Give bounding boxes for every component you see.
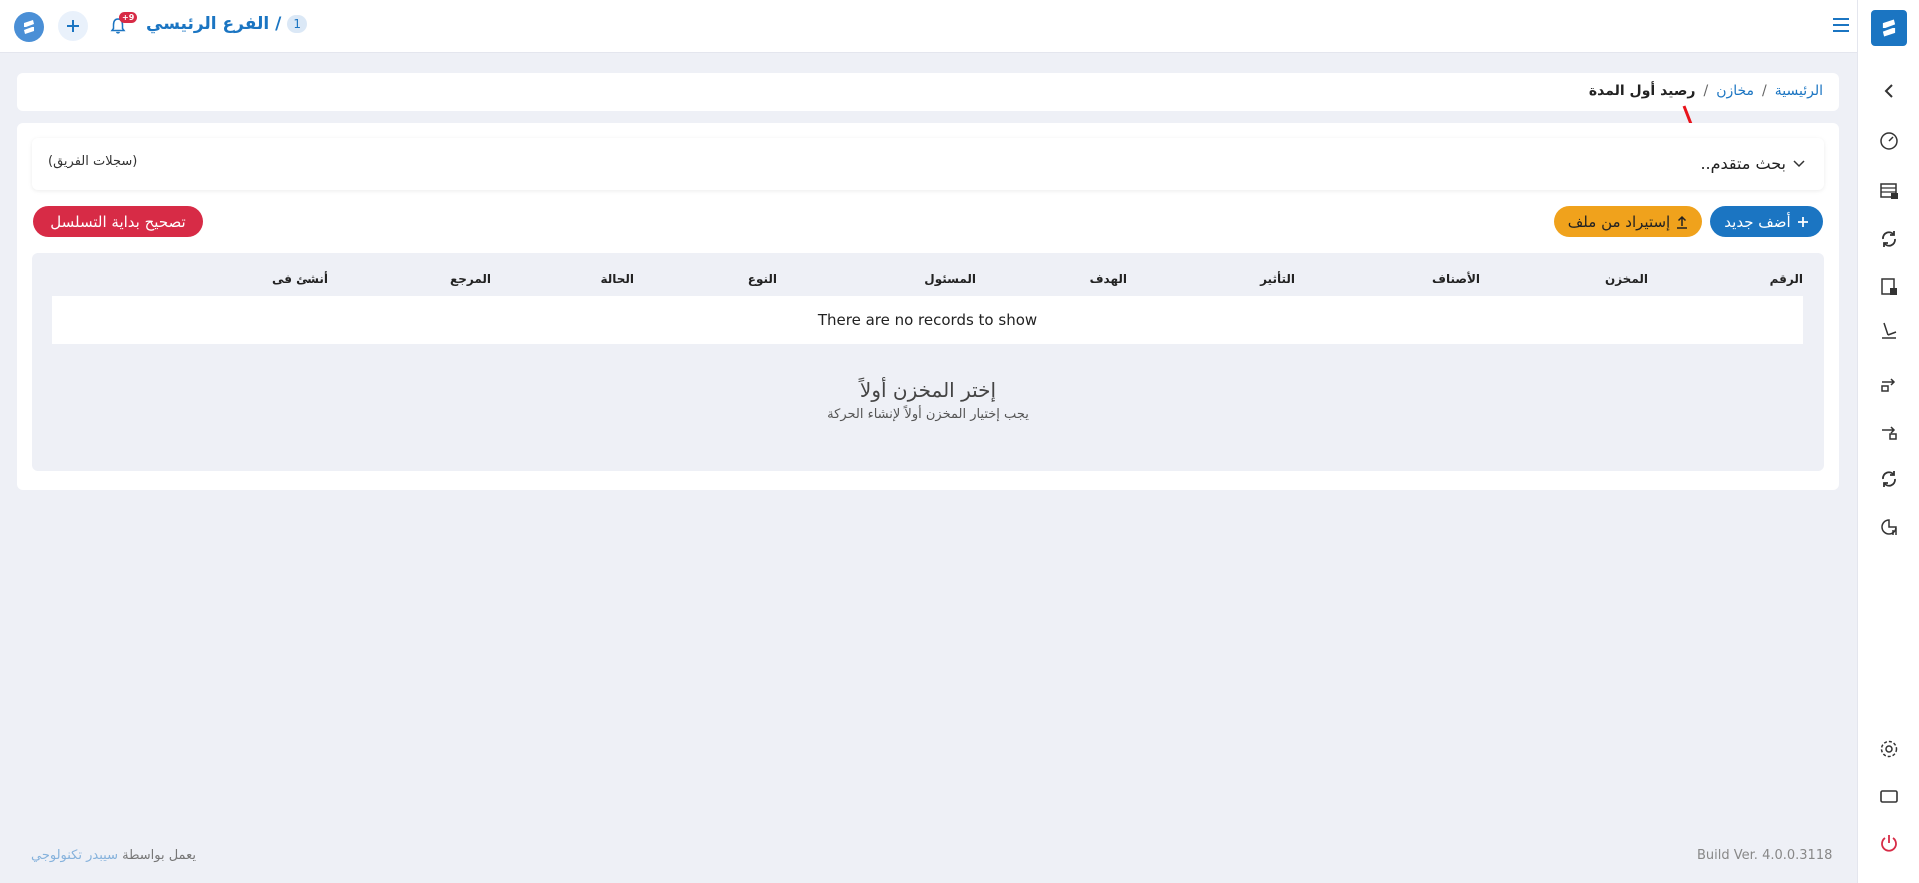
dashboard-gauge-icon[interactable]	[1876, 128, 1902, 154]
empty-state-title: إختر المخزن أولاً	[859, 378, 997, 402]
chevron-down-icon	[1793, 159, 1805, 167]
column-header[interactable]: الرقم	[1770, 272, 1803, 286]
column-header[interactable]: أنشئ فى	[272, 272, 328, 286]
add-new-button[interactable]: أضف جديد	[1710, 206, 1823, 237]
collapse-chevron-icon[interactable]	[1876, 78, 1902, 104]
brand-logo-icon[interactable]	[1871, 10, 1907, 46]
transfer-out-icon[interactable]	[1876, 370, 1902, 396]
table-header: الرقم المخزن الأصناف التأثير الهدف المسئ…	[52, 263, 1803, 295]
top-bar: +9 الفرع الرئيسي / 1	[0, 0, 1857, 53]
upload-icon	[1677, 215, 1688, 229]
quick-add-button[interactable]	[58, 11, 88, 41]
report-chart-icon[interactable]	[1876, 514, 1902, 540]
advanced-search-title: بحث متقدم..	[1700, 154, 1786, 173]
branch-name: الفرع الرئيسي /	[146, 14, 282, 34]
breadcrumb-current: رصيد أول المدة	[1588, 83, 1696, 99]
column-header[interactable]: الحالة	[600, 272, 634, 286]
column-header[interactable]: المرجع	[450, 272, 491, 286]
plus-icon	[67, 20, 79, 32]
breadcrumb-separator: /	[1762, 83, 1767, 99]
team-logs-link[interactable]: (سجلات الفريق)	[48, 154, 137, 169]
breadcrumb-separator: /	[1703, 83, 1709, 99]
power-icon[interactable]	[1876, 830, 1902, 856]
data-table: الرقم المخزن الأصناف التأثير الهدف المسئ…	[32, 253, 1824, 471]
column-header[interactable]: التأثير	[1260, 272, 1295, 286]
settings-gear-icon[interactable]	[1876, 736, 1902, 762]
breadcrumb-warehouses[interactable]: مخازن	[1716, 83, 1754, 99]
advanced-search-panel[interactable]: بحث متقدم.. (سجلات الفريق)	[32, 138, 1824, 190]
notifications-badge: +9	[119, 12, 138, 23]
powered-by: يعمل بواسطة سيبدر تكنولوجي	[31, 848, 196, 863]
add-new-label: أضف جديد	[1724, 212, 1791, 231]
empty-state-subtitle: يجب إختيار المخزن أولاً لإنشاء الحركة	[827, 407, 1029, 422]
fix-sequence-button[interactable]: تصحيح بداية التسلسل	[33, 206, 203, 237]
powered-by-brand-link[interactable]: سيبدر تكنولوجي	[31, 848, 118, 863]
no-records-row: There are no records to show	[52, 296, 1803, 344]
column-header[interactable]: الهدف	[1090, 272, 1127, 286]
breadcrumb: الرئيسية / مخازن / رصيد أول المدة	[1589, 83, 1823, 99]
main-card: بحث متقدم.. (سجلات الفريق) أضف جديد إستي…	[17, 123, 1839, 490]
column-header[interactable]: المسئول	[924, 272, 976, 286]
column-header[interactable]: النوع	[748, 272, 777, 286]
transfer-in-icon[interactable]	[1876, 418, 1902, 444]
branch-count-badge: 1	[287, 15, 307, 33]
import-file-label: إستيراد من ملف	[1567, 212, 1671, 231]
refresh-icon[interactable]	[1876, 466, 1902, 492]
fix-sequence-label: تصحيح بداية التسلسل	[50, 212, 186, 231]
warehouse-icon[interactable]	[1876, 178, 1902, 204]
column-header[interactable]: الأصناف	[1432, 272, 1480, 286]
inventory-adjust-icon[interactable]	[1876, 318, 1902, 344]
advanced-search-toggle[interactable]: بحث متقدم..	[1700, 154, 1806, 173]
plus-icon	[1797, 216, 1808, 227]
column-header[interactable]: المخزن	[1605, 272, 1648, 286]
powered-by-prefix: يعمل بواسطة	[122, 848, 196, 863]
sidebar	[1857, 0, 1919, 883]
branch-selector[interactable]: الفرع الرئيسي / 1	[146, 14, 307, 34]
app-logo-icon[interactable]	[14, 12, 44, 42]
import-file-button[interactable]: إستيراد من ملف	[1554, 206, 1702, 237]
screen-icon[interactable]	[1876, 784, 1902, 810]
build-version: Build Ver. 4.0.0.3118	[1697, 848, 1833, 863]
breadcrumb-card: الرئيسية / مخازن / رصيد أول المدة	[17, 73, 1839, 111]
stock-document-icon[interactable]	[1876, 274, 1902, 300]
hamburger-icon[interactable]	[1833, 18, 1849, 36]
sync-icon[interactable]	[1876, 226, 1902, 252]
breadcrumb-home[interactable]: الرئيسية	[1775, 83, 1823, 99]
